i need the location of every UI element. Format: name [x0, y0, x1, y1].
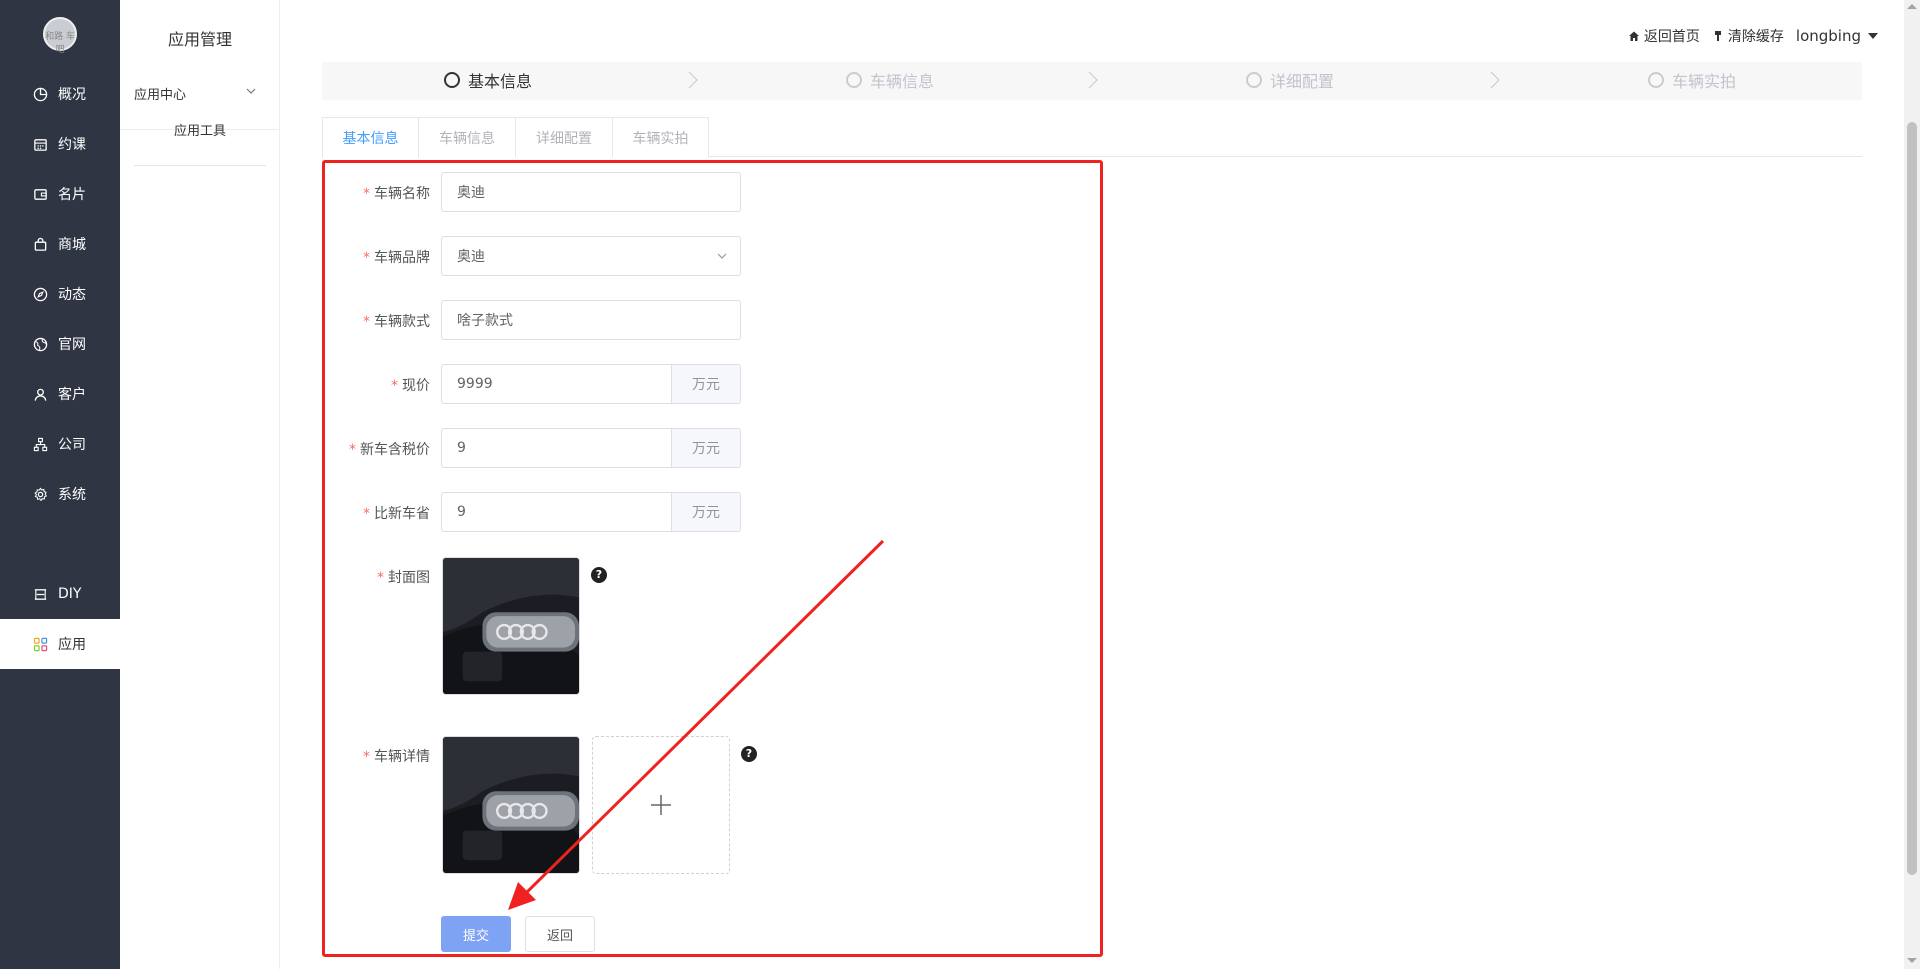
clear-cache-label: 清除缓存 — [1727, 29, 1784, 45]
sidebar-item-label: 官网 — [58, 337, 86, 353]
step-vehicle-info: 车辆信息 — [846, 68, 934, 92]
sidebar-item-apps[interactable]: 应用 — [0, 619, 120, 669]
tab-basic-info[interactable]: 基本信息 — [322, 117, 419, 158]
step-circle-icon — [1246, 72, 1262, 88]
sidebar-item-system[interactable]: 系统 — [0, 469, 120, 519]
sidebar-item-label: 公司 — [58, 437, 86, 453]
sidebar-item-card[interactable]: 名片 — [0, 169, 120, 219]
sidebar-item-overview[interactable]: 概况 — [0, 69, 120, 119]
scroll-up-icon[interactable] — [1907, 4, 1917, 9]
user-icon — [32, 386, 48, 402]
sidebar-item-customer[interactable]: 客户 — [0, 369, 120, 419]
apps-grid-icon — [32, 636, 48, 652]
step-label: 车辆实拍 — [1672, 72, 1737, 91]
sidebar-item-dynamics[interactable]: 动态 — [0, 269, 120, 319]
form-tabs: 基本信息 车辆信息 详细配置 车辆实拍 — [322, 117, 1862, 158]
user-menu[interactable]: longbing — [1796, 27, 1861, 45]
step-label: 基本信息 — [468, 72, 533, 91]
sidebar-item-mall[interactable]: 商城 — [0, 219, 120, 269]
home-link-label: 返回首页 — [1643, 29, 1700, 45]
sidebar-item-label: DIY — [58, 586, 82, 602]
sidebar-item-diy[interactable]: DIY — [0, 569, 120, 619]
home-icon — [1628, 31, 1639, 41]
scrollbar-thumb[interactable] — [1907, 122, 1917, 875]
step-basic-info: 基本信息 — [444, 68, 532, 92]
compass-icon — [32, 286, 48, 302]
sidebar-item-label: 概况 — [58, 87, 86, 103]
step-detail-config: 详细配置 — [1246, 68, 1334, 92]
step-label: 详细配置 — [1270, 72, 1335, 91]
step-vehicle-photos: 车辆实拍 — [1648, 68, 1736, 92]
clear-cache-link[interactable]: 清除缓存 — [1712, 26, 1784, 46]
chevron-right-icon — [688, 71, 698, 89]
tab-vehicle-info[interactable]: 车辆信息 — [418, 117, 516, 157]
scroll-down-icon[interactable] — [1907, 958, 1917, 963]
sidebar-item-label: 约课 — [58, 137, 86, 153]
sidebar-item-label: 动态 — [58, 287, 86, 303]
sidebar-item-booking[interactable]: 约课 — [0, 119, 120, 169]
broom-icon — [1714, 31, 1721, 41]
pie-chart-icon — [32, 86, 48, 102]
tab-detail-config[interactable]: 详细配置 — [515, 117, 613, 157]
main-sidebar: 和路 车吧 概况 约课 名片 商城 动态 官网 客户 公司 系统 DIY 应用 — [0, 0, 120, 969]
sidebar-item-label: 系统 — [58, 487, 86, 503]
subbar-title: 应用管理 — [167, 30, 232, 49]
sidebar-item-label: 商城 — [58, 237, 86, 253]
sidebar-item-label: 客户 — [58, 387, 86, 403]
home-link[interactable]: 返回首页 — [1628, 26, 1700, 46]
header-actions: 返回首页 清除缓存 longbing — [1616, 26, 1878, 46]
subbar-group-app-center[interactable]: 应用中心 — [134, 84, 186, 103]
tab-vehicle-photos[interactable]: 车辆实拍 — [612, 117, 709, 157]
org-chart-icon — [32, 436, 48, 452]
globe-icon — [32, 336, 48, 352]
gear-icon — [32, 486, 48, 502]
annotation-highlight-box — [322, 160, 1103, 957]
sidebar-item-company[interactable]: 公司 — [0, 419, 120, 469]
sidebar-item-label: 名片 — [58, 187, 86, 203]
steps-bar: 基本信息 车辆信息 详细配置 车辆实拍 — [322, 62, 1862, 100]
logo[interactable]: 和路 车吧 — [43, 17, 77, 55]
chevron-down-icon[interactable] — [244, 84, 258, 98]
chevron-right-icon — [1490, 71, 1500, 89]
card-icon — [32, 186, 48, 202]
sidebar-item-label: 应用 — [58, 637, 86, 653]
step-label: 车辆信息 — [870, 72, 935, 91]
chevron-right-icon — [1088, 71, 1098, 89]
logo-text: 和路 车吧 — [45, 32, 75, 55]
sidebar-item-website[interactable]: 官网 — [0, 319, 120, 369]
calendar-icon — [32, 136, 48, 152]
divider — [134, 165, 266, 166]
subbar-item-app-tools[interactable]: 应用工具 — [120, 120, 280, 139]
diy-icon — [32, 586, 48, 602]
step-circle-icon — [846, 72, 862, 88]
step-circle-icon — [444, 72, 460, 88]
shopping-bag-icon — [32, 236, 48, 252]
step-circle-icon — [1648, 72, 1664, 88]
secondary-sidebar: 应用管理 应用中心 应用工具 — [120, 0, 280, 969]
caret-down-icon[interactable] — [1868, 33, 1878, 39]
